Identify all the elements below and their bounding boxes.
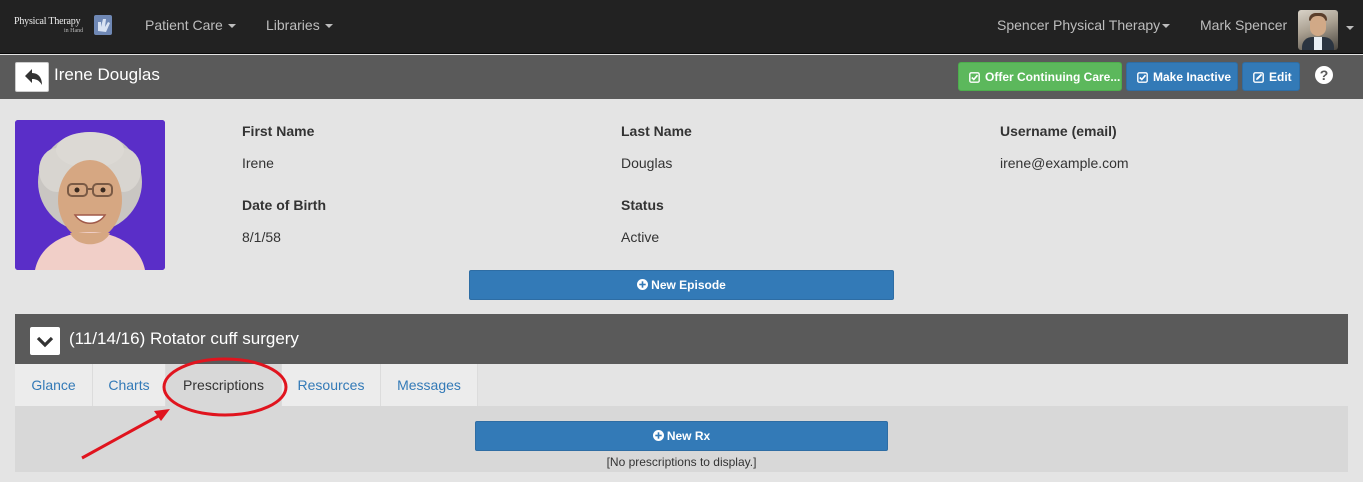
status-value: Active (621, 229, 660, 245)
last-name-value: Douglas (621, 155, 673, 171)
plus-circle-icon (652, 430, 664, 441)
status-label: Status (621, 197, 664, 213)
clinic-dropdown[interactable]: Spencer Physical Therapy (997, 0, 1171, 50)
new-rx-button[interactable]: New Rx (475, 421, 888, 451)
edit-label: Edit (1269, 70, 1292, 84)
nav-libraries[interactable]: Libraries (266, 0, 333, 50)
user-name: Mark Spencer (1200, 17, 1288, 33)
new-episode-button[interactable]: New Episode (469, 270, 894, 300)
chevron-down-icon (324, 24, 333, 29)
episode-title: (11/14/16) Rotator cuff surgery (69, 329, 299, 348)
offer-continuing-care-button[interactable]: Offer Continuing Care... (958, 62, 1122, 91)
back-arrow-icon (25, 69, 42, 85)
chevron-down-icon (1162, 24, 1171, 29)
episode-header: (11/14/16) Rotator cuff surgery (15, 314, 1348, 364)
back-button[interactable] (15, 62, 49, 92)
collapse-episode-button[interactable] (30, 327, 60, 355)
chevron-down-icon[interactable] (1346, 26, 1354, 30)
first-name-value: Irene (242, 155, 274, 171)
nav-libraries-label: Libraries (266, 17, 320, 33)
empty-prescriptions-message: [No prescriptions to display.] (606, 455, 757, 469)
patient-portrait-icon (15, 120, 165, 270)
username-label: Username (email) (1000, 123, 1117, 139)
chevron-down-icon (36, 336, 54, 348)
plus-circle-icon (637, 279, 649, 290)
nav-patient-care-label: Patient Care (145, 17, 223, 33)
make-inactive-button[interactable]: Make Inactive (1126, 62, 1238, 91)
top-navbar: Physical Therapy in Hand Patient Care Li… (0, 0, 1363, 54)
last-name-label: Last Name (621, 123, 692, 139)
hand-logo-icon (94, 15, 112, 35)
logo-text: Physical Therapy (14, 16, 81, 27)
help-icon[interactable]: ? (1315, 66, 1333, 84)
tab-charts[interactable]: Charts (93, 364, 166, 406)
patient-header: Irene Douglas Offer Continuing Care... M… (0, 55, 1363, 99)
edit-icon (1253, 72, 1264, 83)
logo-subtext: in Hand (64, 28, 84, 34)
patient-photo (15, 120, 165, 270)
make-inactive-label: Make Inactive (1153, 70, 1232, 84)
nav-patient-care[interactable]: Patient Care (145, 0, 236, 50)
chevron-down-icon (227, 24, 236, 29)
tab-resources[interactable]: Resources (282, 364, 381, 406)
clinic-name: Spencer Physical Therapy (997, 17, 1161, 33)
offer-continuing-care-label: Offer Continuing Care... (985, 70, 1121, 84)
dob-value: 8/1/58 (242, 229, 281, 245)
user-menu[interactable]: Mark Spencer (1200, 0, 1287, 50)
tab-prescriptions[interactable]: Prescriptions (166, 364, 282, 406)
checkbox-icon (1137, 72, 1148, 83)
username-value: irene@example.com (1000, 155, 1129, 171)
new-rx-label: New Rx (666, 429, 711, 443)
tab-glance[interactable]: Glance (15, 364, 93, 406)
page-title: Irene Douglas (54, 65, 160, 84)
edit-button[interactable]: Edit (1242, 62, 1300, 91)
new-episode-label: New Episode (651, 278, 726, 292)
user-avatar[interactable] (1298, 10, 1338, 50)
tab-messages[interactable]: Messages (381, 364, 478, 406)
checkbox-icon (969, 72, 980, 83)
dob-label: Date of Birth (242, 197, 326, 213)
app-logo[interactable]: Physical Therapy in Hand (14, 13, 114, 39)
first-name-label: First Name (242, 123, 315, 139)
